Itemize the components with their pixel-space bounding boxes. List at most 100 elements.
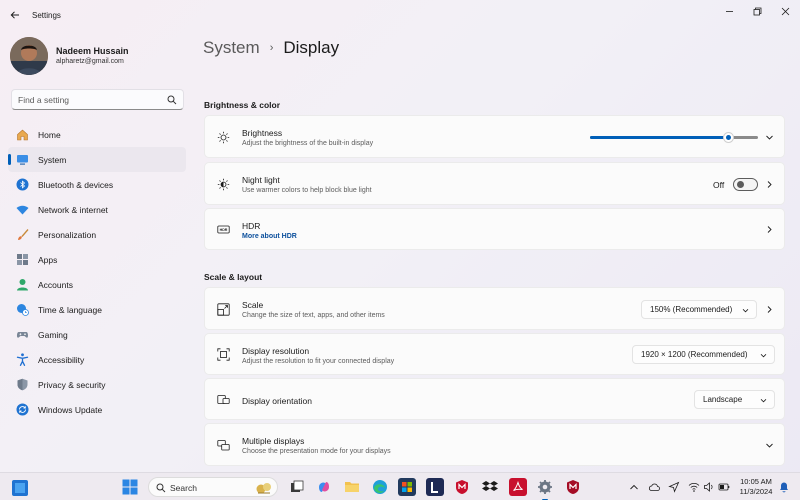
- sidebar-item-time-language[interactable]: Time & language: [8, 297, 186, 322]
- system-clock[interactable]: 10:05 AM 11/3/2024: [730, 477, 782, 497]
- taskbar-file-explorer[interactable]: [343, 478, 361, 496]
- mcafee-icon: [567, 480, 579, 494]
- acrobat-icon: [513, 481, 523, 491]
- section-title-scale-layout: Scale & layout: [204, 272, 263, 282]
- sidebar-item-bluetooth[interactable]: Bluetooth & devices: [8, 172, 186, 197]
- scale-dropdown[interactable]: 150% (Recommended): [641, 300, 757, 319]
- chevron-down-icon: [760, 354, 767, 358]
- back-button[interactable]: [8, 8, 22, 22]
- taskbar-store[interactable]: [398, 478, 416, 496]
- sidebar-item-network[interactable]: Network & internet: [8, 197, 186, 222]
- sidebar-item-windows-update[interactable]: Windows Update: [8, 397, 186, 422]
- avatar: [10, 37, 48, 75]
- globe-clock-icon: [17, 304, 29, 316]
- settings-search[interactable]: [11, 89, 184, 110]
- cloud-icon[interactable]: [648, 481, 660, 493]
- taskbar-settings[interactable]: [536, 478, 554, 500]
- accessibility-icon: [16, 353, 29, 366]
- taskbar-mcafee-secondary[interactable]: [564, 478, 582, 496]
- notification-bell-icon[interactable]: [778, 481, 790, 493]
- brightness-slider-thumb[interactable]: [723, 132, 734, 143]
- display-orientation-title: Display orientation: [242, 396, 312, 406]
- multiple-displays-subtitle: Choose the presentation mode for your di…: [242, 448, 391, 455]
- brightness-slider[interactable]: [590, 132, 758, 143]
- taskbar-task-view[interactable]: [288, 478, 306, 496]
- taskbar-app-l[interactable]: [426, 478, 444, 496]
- sidebar-item-privacy[interactable]: Privacy & security: [8, 372, 186, 397]
- display-resolution-value: 1920 × 1200 (Recommended): [641, 350, 748, 359]
- breadcrumb-parent[interactable]: System: [203, 38, 260, 58]
- sidebar-item-label: Home: [38, 130, 61, 140]
- sidebar-item-accessibility[interactable]: Accessibility: [8, 347, 186, 372]
- sidebar-item-personalization[interactable]: Personalization: [8, 222, 186, 247]
- taskbar-search[interactable]: Search: [148, 477, 278, 497]
- taskbar-edge[interactable]: [371, 478, 389, 496]
- display-resolution-title: Display resolution: [242, 346, 310, 356]
- chevron-down-icon[interactable]: [765, 133, 774, 142]
- resolution-icon: [217, 348, 230, 361]
- more-about-hdr-link[interactable]: More about HDR: [242, 233, 297, 240]
- widgets-icon: [15, 483, 25, 493]
- scale-card[interactable]: Scale Change the size of text, apps, and…: [204, 287, 785, 330]
- minimize-button[interactable]: [717, 3, 741, 19]
- chevron-right-icon[interactable]: [765, 225, 774, 234]
- sidebar-item-home[interactable]: Home: [8, 122, 186, 147]
- display-orientation-dropdown[interactable]: Landscape: [694, 390, 775, 409]
- clock-date: 11/3/2024: [739, 487, 773, 496]
- chevron-up-icon[interactable]: [628, 481, 640, 493]
- gear-icon: [538, 480, 552, 494]
- taskbar-dropbox[interactable]: [481, 478, 499, 496]
- sidebar-item-label: Gaming: [38, 330, 68, 340]
- windows-start-icon[interactable]: [122, 479, 138, 495]
- task-view-icon: [291, 480, 304, 492]
- hdr-card[interactable]: HDR HDR More about HDR: [204, 208, 785, 250]
- multiple-displays-card[interactable]: Multiple displays Choose the presentatio…: [204, 423, 785, 466]
- update-icon: [16, 403, 29, 416]
- brightness-slider-fill: [590, 136, 728, 139]
- svg-text:HDR: HDR: [220, 228, 228, 232]
- sidebar-item-label: System: [38, 155, 67, 165]
- minimize-icon: [725, 10, 733, 12]
- close-button[interactable]: [773, 3, 797, 19]
- section-title-brightness-color: Brightness & color: [204, 100, 281, 110]
- taskbar-acrobat[interactable]: [509, 478, 527, 496]
- battery-icon[interactable]: [718, 481, 730, 493]
- maximize-button[interactable]: [745, 3, 769, 19]
- page-title: Display: [283, 38, 340, 57]
- sidebar-item-gaming[interactable]: Gaming: [8, 322, 186, 347]
- user-profile[interactable]: Nadeem Hussain alpharetz@gmail.com: [10, 37, 190, 75]
- search-icon[interactable]: [167, 95, 177, 105]
- sidebar-nav: Home System Bluetooth & devices Network …: [8, 122, 186, 422]
- widgets-button[interactable]: [12, 480, 28, 496]
- sun-icon: [217, 131, 230, 144]
- brightness-subtitle: Adjust the brightness of the built-in di…: [242, 140, 374, 147]
- chevron-right-icon[interactable]: [765, 180, 774, 189]
- night-light-icon: [217, 178, 230, 191]
- night-light-toggle[interactable]: [733, 178, 758, 191]
- orientation-icon: [217, 395, 230, 404]
- store-icon: [402, 482, 412, 492]
- taskbar-mcafee[interactable]: [453, 478, 471, 496]
- chevron-down-icon: [742, 309, 749, 313]
- display-resolution-dropdown[interactable]: 1920 × 1200 (Recommended): [632, 345, 775, 364]
- sidebar-item-system[interactable]: System: [8, 147, 186, 172]
- sidebar-item-apps[interactable]: Apps: [8, 247, 186, 272]
- sidebar-item-label: Bluetooth & devices: [38, 180, 114, 190]
- dropbox-icon: [482, 481, 498, 491]
- search-input[interactable]: [18, 93, 168, 107]
- chevron-right-icon[interactable]: [765, 305, 774, 314]
- chevron-down-icon[interactable]: [765, 441, 774, 450]
- search-icon: [156, 483, 166, 493]
- folder-icon: [345, 482, 359, 492]
- wifi-icon[interactable]: [688, 481, 700, 493]
- mcafee-icon: [456, 480, 468, 494]
- sidebar-item-label: Accounts: [38, 280, 73, 290]
- volume-icon[interactable]: [703, 481, 715, 493]
- sidebar-item-accounts[interactable]: Accounts: [8, 272, 186, 297]
- user-name: Nadeem Hussain: [56, 46, 129, 56]
- taskbar-copilot[interactable]: [315, 478, 333, 496]
- night-light-card[interactable]: Night light Use warmer colors to help bl…: [204, 162, 785, 205]
- night-light-state: Off: [713, 180, 725, 190]
- location-icon[interactable]: [668, 481, 680, 493]
- display-orientation-value: Landscape: [703, 395, 743, 404]
